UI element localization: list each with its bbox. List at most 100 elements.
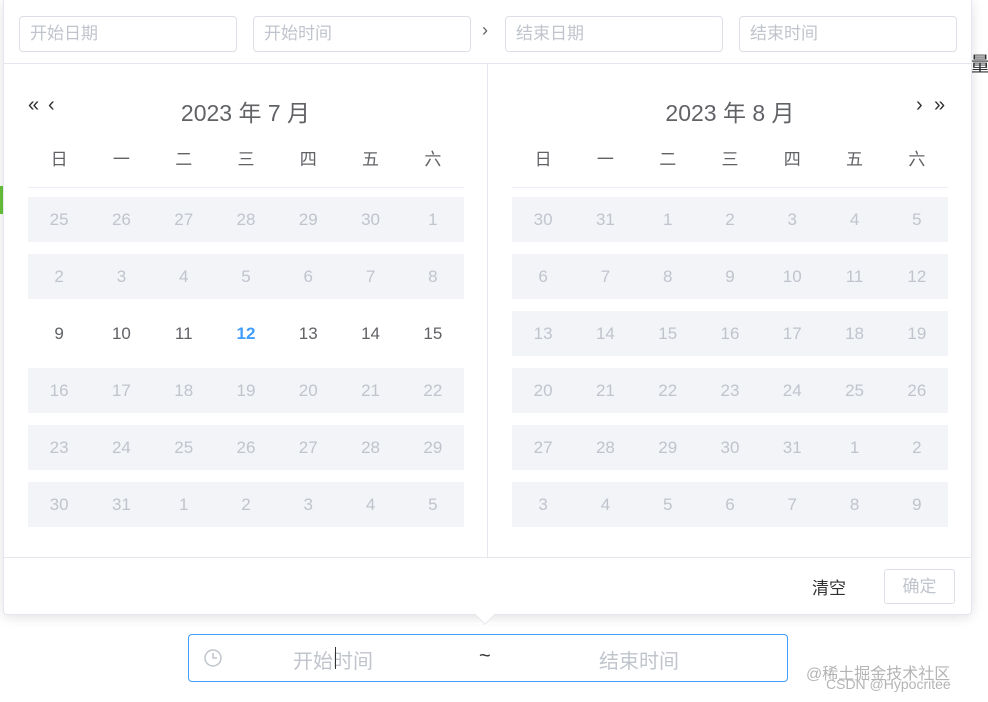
calendar-day[interactable]: 3 bbox=[90, 254, 152, 299]
calendar-day[interactable]: 21 bbox=[339, 368, 401, 413]
calendar-day[interactable]: 30 bbox=[339, 197, 401, 242]
calendar-day[interactable]: 1 bbox=[637, 197, 699, 242]
calendar-day[interactable]: 18 bbox=[823, 311, 885, 356]
calendar-day[interactable]: 5 bbox=[637, 482, 699, 527]
watermark-sub: CSDN @Hypocritee bbox=[826, 676, 951, 692]
calendar-day[interactable]: 21 bbox=[574, 368, 636, 413]
calendar-day[interactable]: 11 bbox=[823, 254, 885, 299]
calendar-day[interactable]: 12 bbox=[886, 254, 948, 299]
calendar-day[interactable]: 19 bbox=[215, 368, 277, 413]
start-time-input[interactable]: 开始时间 bbox=[253, 16, 471, 52]
calendar-day[interactable]: 30 bbox=[28, 482, 90, 527]
calendar-day[interactable]: 5 bbox=[402, 482, 464, 527]
calendar-day[interactable]: 30 bbox=[512, 197, 574, 242]
calendar-day[interactable]: 7 bbox=[761, 482, 823, 527]
end-time-input[interactable]: 结束时间 bbox=[739, 16, 957, 52]
calendar-day[interactable]: 6 bbox=[512, 254, 574, 299]
calendar-day[interactable]: 1 bbox=[402, 197, 464, 242]
confirm-button[interactable]: 确定 bbox=[884, 569, 955, 604]
calendar-day[interactable]: 17 bbox=[761, 311, 823, 356]
calendar-day[interactable]: 31 bbox=[761, 425, 823, 470]
calendar-day[interactable]: 16 bbox=[699, 311, 761, 356]
calendar-day[interactable]: 4 bbox=[339, 482, 401, 527]
calendar-day[interactable]: 6 bbox=[699, 482, 761, 527]
weekday-label: 五 bbox=[362, 150, 380, 169]
calendar-day[interactable]: 7 bbox=[339, 254, 401, 299]
calendar-day[interactable]: 2 bbox=[886, 425, 948, 470]
calendar-day[interactable]: 27 bbox=[512, 425, 574, 470]
calendar-day[interactable]: 18 bbox=[153, 368, 215, 413]
start-date-input[interactable]: 开始日期 bbox=[19, 16, 237, 52]
calendar-day[interactable]: 6 bbox=[277, 254, 339, 299]
calendar-day[interactable]: 25 bbox=[153, 425, 215, 470]
calendar-day[interactable]: 17 bbox=[90, 368, 152, 413]
range-end-input[interactable]: 结束时间 bbox=[599, 645, 679, 674]
calendar-day[interactable]: 8 bbox=[823, 482, 885, 527]
weekday-label: 三 bbox=[721, 150, 739, 169]
calendar-day[interactable]: 26 bbox=[215, 425, 277, 470]
calendar-day[interactable]: 28 bbox=[339, 425, 401, 470]
end-date-input[interactable]: 结束日期 bbox=[505, 16, 723, 52]
calendar-day[interactable]: 30 bbox=[699, 425, 761, 470]
calendar-day[interactable]: 14 bbox=[339, 311, 401, 356]
calendar-day[interactable]: 28 bbox=[574, 425, 636, 470]
calendar-day[interactable]: 29 bbox=[637, 425, 699, 470]
calendar-day[interactable]: 11 bbox=[153, 311, 215, 356]
weekday-label: 日 bbox=[534, 150, 552, 169]
calendar-day[interactable]: 14 bbox=[574, 311, 636, 356]
calendar-day[interactable]: 4 bbox=[574, 482, 636, 527]
calendar-day[interactable]: 28 bbox=[215, 197, 277, 242]
calendar-day[interactable]: 7 bbox=[574, 254, 636, 299]
calendar-day[interactable]: 31 bbox=[90, 482, 152, 527]
calendar-day[interactable]: 15 bbox=[402, 311, 464, 356]
calendar-day[interactable]: 3 bbox=[277, 482, 339, 527]
calendar-day[interactable]: 2 bbox=[28, 254, 90, 299]
calendar-day[interactable]: 13 bbox=[512, 311, 574, 356]
header-separator: › bbox=[482, 20, 488, 40]
calendar-day[interactable]: 27 bbox=[277, 425, 339, 470]
calendar-day[interactable]: 9 bbox=[28, 311, 90, 356]
clock-icon bbox=[204, 649, 222, 667]
calendar-day[interactable]: 3 bbox=[512, 482, 574, 527]
calendar-day[interactable]: 23 bbox=[699, 368, 761, 413]
calendar-left-title: 2023 年 7 月 bbox=[180, 100, 311, 126]
calendar-day[interactable]: 25 bbox=[28, 197, 90, 242]
calendar-day[interactable]: 15 bbox=[637, 311, 699, 356]
calendar-day[interactable]: 9 bbox=[886, 482, 948, 527]
calendar-day[interactable]: 9 bbox=[699, 254, 761, 299]
clear-button[interactable]: 清空 bbox=[812, 574, 846, 599]
calendar-day[interactable]: 4 bbox=[153, 254, 215, 299]
calendar-day[interactable]: 8 bbox=[637, 254, 699, 299]
calendar-day[interactable]: 27 bbox=[153, 197, 215, 242]
calendar-day[interactable]: 10 bbox=[761, 254, 823, 299]
calendar-day-today[interactable]: 12 bbox=[215, 311, 277, 356]
calendar-day[interactable]: 2 bbox=[215, 482, 277, 527]
calendar-day[interactable]: 29 bbox=[402, 425, 464, 470]
calendar-day[interactable]: 22 bbox=[637, 368, 699, 413]
calendar-day[interactable]: 13 bbox=[277, 311, 339, 356]
calendar-day[interactable]: 31 bbox=[574, 197, 636, 242]
calendar-day[interactable]: 3 bbox=[761, 197, 823, 242]
calendar-day[interactable]: 24 bbox=[90, 425, 152, 470]
calendar-day[interactable]: 10 bbox=[90, 311, 152, 356]
calendar-day[interactable]: 1 bbox=[823, 425, 885, 470]
calendar-day[interactable]: 4 bbox=[823, 197, 885, 242]
calendar-day[interactable]: 5 bbox=[215, 254, 277, 299]
calendar-day[interactable]: 2 bbox=[699, 197, 761, 242]
calendar-day[interactable]: 5 bbox=[886, 197, 948, 242]
range-start-input[interactable]: 开始时间 bbox=[293, 645, 373, 674]
calendar-day[interactable]: 24 bbox=[761, 368, 823, 413]
calendar-day[interactable]: 16 bbox=[28, 368, 90, 413]
calendar-day[interactable]: 23 bbox=[28, 425, 90, 470]
calendar-day[interactable]: 20 bbox=[277, 368, 339, 413]
calendar-day[interactable]: 19 bbox=[886, 311, 948, 356]
calendar-day[interactable]: 25 bbox=[823, 368, 885, 413]
calendar-day[interactable]: 26 bbox=[90, 197, 152, 242]
calendar-day[interactable]: 22 bbox=[402, 368, 464, 413]
calendar-day[interactable]: 8 bbox=[402, 254, 464, 299]
time-range-input[interactable]: 开始时间 ~ 结束时间 bbox=[188, 634, 788, 682]
calendar-day[interactable]: 29 bbox=[277, 197, 339, 242]
calendar-day[interactable]: 1 bbox=[153, 482, 215, 527]
calendar-day[interactable]: 26 bbox=[886, 368, 948, 413]
calendar-day[interactable]: 20 bbox=[512, 368, 574, 413]
